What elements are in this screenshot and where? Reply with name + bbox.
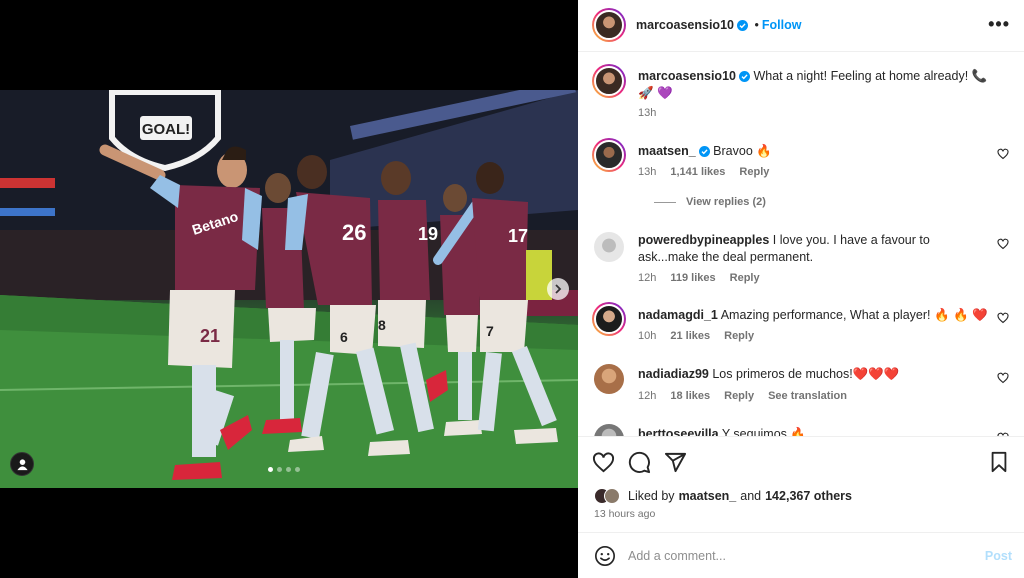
comment-text: Bravoo 🔥 [713, 144, 772, 158]
like-comment-heart-icon[interactable] [997, 372, 1009, 384]
comment-bubble-icon[interactable] [628, 451, 651, 474]
like-comment-heart-icon[interactable] [997, 148, 1009, 160]
comment: nadamagdi_1 Amazing performance, What a … [592, 302, 1012, 346]
comment-likes[interactable]: 1,141 likes [670, 166, 725, 178]
tagged-users-button[interactable] [10, 452, 34, 476]
commenter-username[interactable]: berttoseevilla [638, 427, 719, 436]
commenter-avatar[interactable] [592, 302, 626, 336]
commenter-username[interactable]: maatsen_ [638, 144, 696, 158]
commenter-avatar[interactable] [594, 424, 624, 436]
reply-button[interactable]: Reply [739, 166, 769, 178]
celebration-image: GOAL! Betano 21 26 6 19 8 17 7 [0, 90, 578, 488]
comment-time: 10h [638, 330, 657, 342]
liked-by-user[interactable]: maatsen_ [679, 489, 737, 503]
comment-time: 12h [638, 390, 657, 402]
save-bookmark-icon[interactable] [988, 451, 1010, 473]
reply-button[interactable]: Reply [730, 272, 760, 284]
chevron-right-icon [555, 284, 562, 294]
number-8: 8 [378, 317, 386, 333]
comment-likes[interactable]: 119 likes [670, 272, 715, 284]
goal-banner-text: GOAL! [142, 121, 190, 138]
comment-composer: Post [578, 532, 1024, 578]
comments-list[interactable]: marcoasensio10 What a night! Feeling at … [578, 52, 1024, 436]
post-actions: Liked by maatsen_ and 142,367 others 13 … [578, 436, 1024, 532]
liked-by-others[interactable]: 142,367 others [765, 489, 852, 503]
commenter-avatar[interactable] [594, 364, 624, 394]
reply-button[interactable]: Reply [724, 390, 754, 402]
carousel-dot [268, 467, 273, 472]
comment-likes[interactable]: 21 likes [670, 330, 710, 342]
number-21: 21 [200, 326, 220, 346]
comment-likes[interactable]: 18 likes [670, 390, 710, 402]
commenter-avatar[interactable] [594, 232, 624, 262]
liker-avatar [604, 488, 620, 504]
number-19: 19 [418, 224, 438, 244]
verified-badge-icon [736, 20, 748, 31]
post-photo[interactable]: GOAL! Betano 21 26 6 19 8 17 7 [0, 90, 578, 488]
more-options-button[interactable]: ••• [988, 15, 1010, 33]
number-7: 7 [486, 323, 494, 339]
caption-time: 13h [638, 107, 657, 119]
view-replies-button[interactable]: View replies (2) [654, 196, 766, 208]
verified-badge-icon [738, 71, 750, 82]
like-comment-heart-icon[interactable] [997, 238, 1009, 250]
comment-text: Los primeros de muchos!❤️❤️❤️ [712, 367, 900, 381]
see-translation-button[interactable]: See translation [768, 390, 847, 402]
comment-text: Amazing performance, What a player! 🔥 🔥 … [720, 308, 988, 322]
author-avatar[interactable] [592, 8, 626, 42]
carousel-dot [277, 467, 282, 472]
share-send-icon[interactable] [664, 451, 687, 474]
verified-badge-icon [698, 146, 710, 157]
number-6: 6 [340, 329, 348, 345]
post-comment-button[interactable]: Post [985, 549, 1012, 563]
media-pane: GOAL! Betano 21 26 6 19 8 17 7 [0, 0, 578, 578]
comment-time: 13h [638, 166, 657, 178]
comment-input[interactable] [628, 545, 958, 567]
carousel-dot [295, 467, 300, 472]
carousel-indicator [268, 467, 300, 472]
comment: nadiadiaz99 Los primeros de muchos!❤️❤️❤… [592, 364, 1012, 408]
posted-time: 13 hours ago [594, 508, 656, 520]
like-heart-icon[interactable] [592, 451, 615, 474]
carousel-next-button[interactable] [547, 278, 569, 300]
comment-text: Y seguimos 🔥 [721, 427, 806, 436]
post-caption: marcoasensio10 What a night! Feeling at … [592, 64, 1012, 120]
likes-summary[interactable]: Liked by maatsen_ and 142,367 others [594, 488, 852, 504]
liked-by-and: and [740, 489, 762, 503]
carousel-dot [286, 467, 291, 472]
user-icon [16, 458, 28, 470]
post-details-panel: marcoasensio10 • Follow ••• marcoasensio1… [578, 0, 1024, 578]
reply-button[interactable]: Reply [724, 330, 754, 342]
comment: maatsen_ Bravoo 🔥 13h 1,141 likes Reply Vi… [592, 138, 1012, 218]
comment-time: 12h [638, 272, 657, 284]
commenter-username[interactable]: nadamagdi_1 [638, 308, 718, 322]
follow-button[interactable]: Follow [762, 18, 802, 32]
number-17: 17 [508, 226, 528, 246]
caption-username[interactable]: marcoasensio10 [638, 69, 736, 83]
liked-by-prefix: Liked by [628, 489, 675, 503]
like-comment-heart-icon[interactable] [997, 312, 1009, 324]
number-26: 26 [342, 220, 366, 245]
commenter-username[interactable]: nadiadiaz99 [638, 367, 709, 381]
author-avatar[interactable] [592, 64, 626, 98]
author-username[interactable]: marcoasensio10 [636, 18, 734, 32]
liker-avatars [594, 488, 620, 504]
commenter-avatar[interactable] [592, 138, 626, 172]
more-horizontal-icon: ••• [988, 14, 1010, 34]
commenter-username[interactable]: poweredbypineapples [638, 233, 769, 247]
emoji-smiley-icon[interactable] [594, 545, 616, 567]
comment: poweredbypineapples I love you. I have a… [592, 232, 1012, 286]
comment: berttoseevilla Y seguimos 🔥 [592, 424, 1012, 436]
post-header: marcoasensio10 • Follow ••• [578, 0, 1024, 52]
